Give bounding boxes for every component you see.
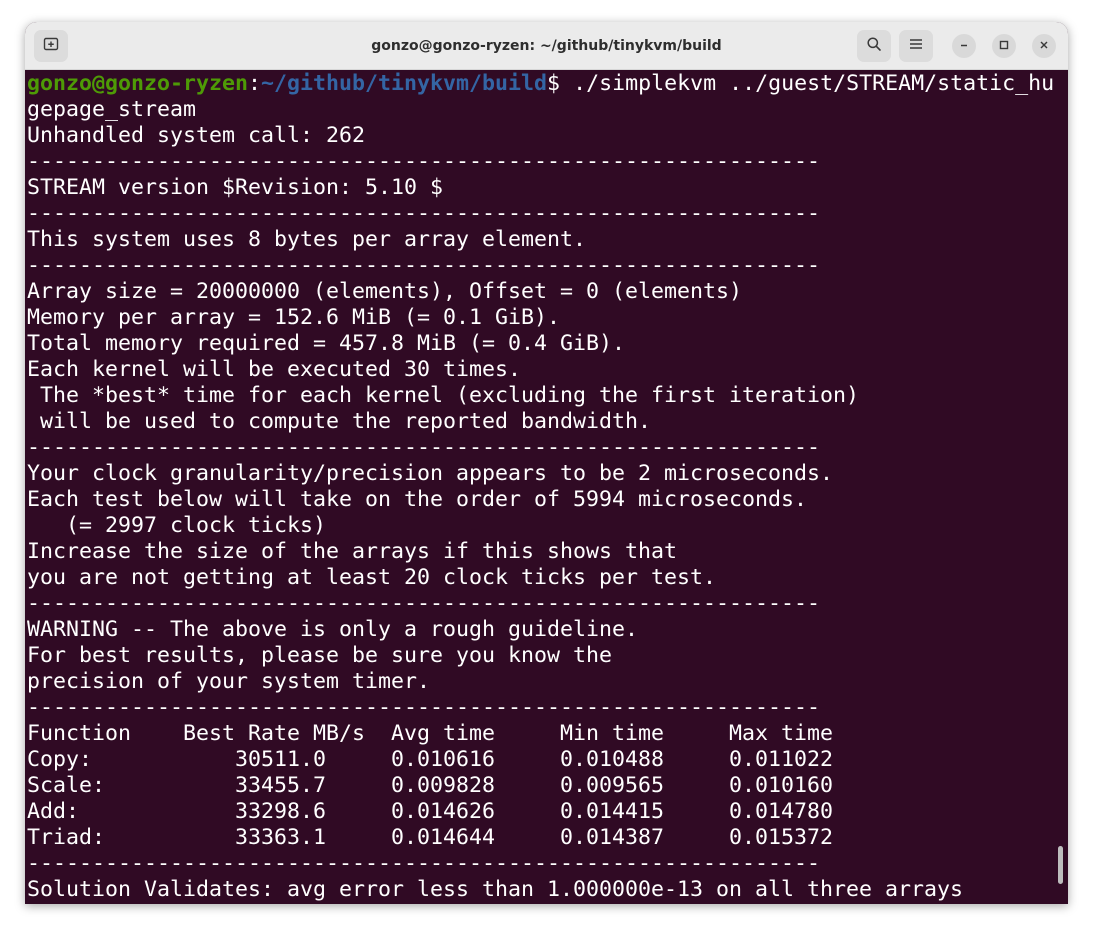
separator-line: ----------------------------------------… [27,851,821,876]
titlebar: gonzo@gonzo-ryzen: ~/github/tinykvm/buil… [25,22,1068,70]
memory-per-array-line: Memory per array = 152.6 MiB (= 0.1 GiB)… [27,305,561,330]
separator-line: ----------------------------------------… [27,253,821,278]
prompt-user-host: gonzo@gonzo-ryzen [27,71,249,96]
warning-line-1: WARNING -- The above is only a rough gui… [27,617,639,642]
maximize-button[interactable] [992,34,1016,58]
search-button[interactable] [857,30,891,62]
scrollbar-thumb[interactable] [1058,846,1063,884]
table-row-add: Add: 33298.6 0.014626 0.014415 0.014780 [27,799,834,824]
table-row-triad: Triad: 33363.1 0.014644 0.014387 0.01537… [27,825,834,850]
separator-line: ----------------------------------------… [27,435,821,460]
clock-ticks-line: (= 2997 clock ticks) [27,513,327,538]
prompt-command: ./simplekvm ../guest/STREAM/static_hu [560,71,1055,96]
minimize-button[interactable] [952,34,976,58]
best-time-line-2: will be used to compute the reported ban… [27,409,652,434]
clock-granularity-line: Your clock granularity/precision appears… [27,461,834,486]
terminal-output[interactable]: gonzo@gonzo-ryzen:~/github/tinykvm/build… [25,70,1068,904]
version-line: STREAM version $Revision: 5.10 $ [27,175,444,200]
close-icon [1039,37,1049,55]
table-row-copy: Copy: 30511.0 0.010616 0.010488 0.011022 [27,747,834,772]
bytes-per-element-line: This system uses 8 bytes per array eleme… [27,227,587,252]
minimize-icon [959,37,969,55]
table-row-scale: Scale: 33455.7 0.009828 0.009565 0.01016… [27,773,834,798]
menu-button[interactable] [899,30,933,62]
prompt-colon: : [248,71,262,96]
array-size-line: Array size = 20000000 (elements), Offset… [27,279,743,304]
total-memory-line: Total memory required = 457.8 MiB (= 0.4… [27,331,626,356]
prompt-line: gonzo@gonzo-ryzen:~/github/tinykvm/build… [27,71,1068,97]
prompt-symbol: $ [547,71,561,96]
increase-line-2: you are not getting at least 20 clock ti… [27,565,717,590]
separator-line: ----------------------------------------… [27,695,821,720]
hamburger-menu-icon [909,37,923,56]
search-icon [866,36,882,57]
table-header-line: Function Best Rate MB/s Avg time Min tim… [27,721,834,746]
command-wrap-line: gepage_stream [27,97,197,122]
separator-line: ----------------------------------------… [27,591,821,616]
kernel-times-line: Each kernel will be executed 30 times. [27,357,522,382]
test-duration-line: Each test below will take on the order o… [27,487,808,512]
terminal-window: gonzo@gonzo-ryzen: ~/github/tinykvm/buil… [25,22,1068,904]
maximize-icon [999,37,1009,55]
warning-line-2: For best results, please be sure you kno… [27,643,613,668]
separator-line: ----------------------------------------… [27,201,821,226]
new-tab-button[interactable] [34,30,68,62]
warning-line-3: precision of your system timer. [27,669,431,694]
unhandled-syscall-line: Unhandled system call: 262 [27,123,366,148]
close-button[interactable] [1032,34,1056,58]
increase-line-1: Increase the size of the arrays if this … [27,539,678,564]
validates-line: Solution Validates: avg error less than … [27,877,964,902]
separator-line: ----------------------------------------… [27,149,821,174]
best-time-line-1: The *best* time for each kernel (excludi… [27,383,860,408]
prompt-path: ~/github/tinykvm/build [261,71,548,96]
new-tab-icon [43,36,59,57]
